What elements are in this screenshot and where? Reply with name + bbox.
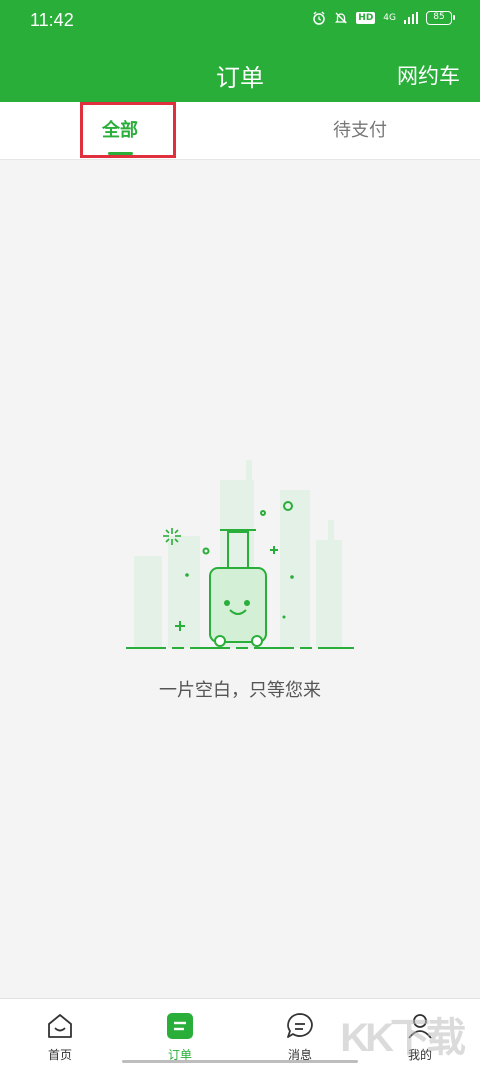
nav-orders[interactable]: 订单 — [150, 1011, 210, 1063]
battery-icon: 85 — [426, 11, 455, 25]
home-icon — [48, 1014, 72, 1038]
ride-hailing-link[interactable]: 网约车 — [397, 60, 460, 90]
order-tabs: 全部 待支付 — [0, 102, 480, 160]
nav-messages[interactable]: 消息 — [270, 1011, 330, 1063]
watermark-logo: KK下载 — [340, 1016, 466, 1060]
signal-icon — [404, 12, 418, 24]
empty-suitcase-illustration — [126, 460, 354, 649]
message-icon — [287, 1013, 313, 1038]
status-bar: 11:42 HD 4G 85 — [0, 0, 480, 42]
bell-mute-icon — [335, 12, 348, 24]
empty-message: 一片空白，只等您来 — [159, 680, 321, 701]
top-app-bar: 11:42 HD 4G 85 订单 网约车 — [0, 0, 480, 102]
tab-pending-payment[interactable]: 待支付 — [240, 102, 480, 160]
highlight-annotation — [80, 102, 176, 158]
status-icons: HD 4G 85 — [312, 11, 455, 25]
status-time: 11:42 — [30, 10, 74, 30]
alarm-icon — [313, 11, 326, 25]
nav-home-label: 首页 — [47, 1048, 72, 1062]
home-indicator — [122, 1060, 358, 1063]
nav-home[interactable]: 首页 — [30, 1011, 90, 1063]
hd-icon: HD — [356, 12, 376, 24]
order-icon — [167, 1013, 193, 1039]
network-label: 4G — [383, 12, 396, 23]
